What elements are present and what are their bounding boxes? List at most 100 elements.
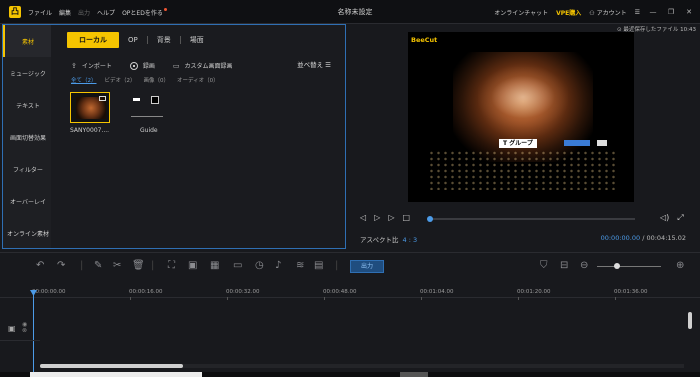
sidebar-item-online[interactable]: オンライン素材 bbox=[3, 217, 51, 249]
import-icon[interactable]: ⇪ bbox=[71, 62, 77, 70]
guide-thumb-line bbox=[131, 116, 163, 117]
stop-icon[interactable]: □ bbox=[402, 213, 410, 222]
subtitle-icon[interactable]: ▤ bbox=[314, 260, 323, 271]
ruler-tick-label: 00:01:20.00 bbox=[517, 289, 551, 295]
sidebar-item-materials[interactable]: 素材 bbox=[3, 25, 51, 57]
next-frame-icon[interactable]: ▷ bbox=[388, 213, 394, 222]
tab-op[interactable]: OP bbox=[119, 32, 147, 48]
filter-all[interactable]: 全て（2） bbox=[71, 76, 97, 84]
media-content: ローカル OP 背景 場面 ⇪ インポート 録画 ▭ カスタム画面録画 並べ替え… bbox=[51, 25, 345, 248]
total-time: / 00:04:15.02 bbox=[642, 234, 686, 242]
freeze-frame-icon[interactable]: ▭ bbox=[233, 260, 242, 271]
filter-image[interactable]: 画像（0） bbox=[144, 76, 170, 84]
last-saved-label: 最近保存したファイル 10:43 bbox=[623, 27, 696, 33]
mosaic-icon[interactable]: ▦ bbox=[210, 260, 219, 271]
vpe-purchase-link[interactable]: VPE購入 bbox=[556, 8, 581, 17]
video-badge-icon bbox=[151, 96, 159, 104]
playback-right-controls: ◁) ⤢ bbox=[660, 213, 684, 223]
app-logo-icon: 凸 bbox=[9, 6, 21, 18]
filter-video[interactable]: ビデオ（2） bbox=[105, 76, 136, 84]
menu-bar: ファイル 編集 出力 ヘルプ OPとEDを作る bbox=[28, 0, 167, 24]
sidebar-item-music[interactable]: ミュージック bbox=[3, 57, 51, 89]
shield-icon[interactable]: ⛉ bbox=[540, 260, 548, 271]
zoom-in-icon[interactable]: ⊕ bbox=[676, 260, 684, 271]
preview-frame-highlight bbox=[478, 67, 568, 127]
timeline-vertical-scrollbar[interactable] bbox=[688, 312, 692, 329]
audio-detach-icon[interactable]: ≋ bbox=[296, 260, 304, 271]
delete-icon[interactable]: 🗑︎ bbox=[132, 260, 145, 271]
ruler-tick-label: 00:00:16.00 bbox=[129, 289, 163, 295]
fit-timeline-icon[interactable]: ⊟ bbox=[560, 260, 568, 271]
resize-icon[interactable]: ▣ bbox=[188, 260, 197, 271]
sidebar-item-filters[interactable]: フィルター bbox=[3, 153, 51, 185]
online-chat-link[interactable]: オンラインチャット bbox=[494, 8, 548, 17]
timecode: 00:00:00.00 / 00:04:15.02 bbox=[601, 234, 686, 242]
playhead[interactable] bbox=[33, 290, 34, 377]
menu-op-ed-label: OPとEDを作る bbox=[122, 9, 163, 17]
fullscreen-icon[interactable]: ⤢ bbox=[677, 213, 683, 223]
video-preview[interactable]: BeeCut T グループ bbox=[408, 32, 634, 202]
tab-local[interactable]: ローカル bbox=[67, 32, 119, 48]
volume-icon[interactable]: ◁) bbox=[660, 213, 669, 223]
sidebar-item-transitions[interactable]: 画面切替効果 bbox=[3, 121, 51, 153]
sort-button[interactable]: 並べ替え ☰ bbox=[297, 59, 331, 69]
menu-op-ed[interactable]: OPとEDを作る bbox=[122, 7, 167, 17]
tab-background[interactable]: 背景 bbox=[148, 32, 180, 48]
redo-icon[interactable]: ↷ bbox=[57, 260, 65, 271]
zoom-out-icon[interactable]: ⊖ bbox=[580, 260, 588, 271]
menu-edit[interactable]: 編集 bbox=[59, 8, 71, 17]
prev-frame-icon[interactable]: ◁ bbox=[360, 213, 366, 222]
minimize-button[interactable]: — bbox=[648, 8, 658, 16]
import-button[interactable]: インポート bbox=[82, 61, 112, 70]
close-button[interactable]: ✕ bbox=[684, 8, 694, 16]
menu-file[interactable]: ファイル bbox=[28, 8, 52, 17]
sidebar-item-overlays[interactable]: オーバーレイ bbox=[3, 185, 51, 217]
zoom-slider-knob[interactable] bbox=[614, 263, 620, 269]
ruler-tick-label: 00:00:00.00 bbox=[32, 289, 66, 295]
record-button[interactable]: 録画 bbox=[143, 61, 155, 70]
speed-icon[interactable]: ◷ bbox=[255, 260, 264, 271]
maximize-button[interactable]: ❐ bbox=[666, 8, 676, 16]
scissors-icon[interactable]: ✂ bbox=[113, 260, 121, 271]
account-button[interactable]: ⚇ アカウント bbox=[589, 8, 626, 17]
ruler-mark bbox=[324, 297, 325, 300]
pencil-icon[interactable]: ✎ bbox=[94, 260, 102, 271]
custom-record-button[interactable]: カスタム画面録画 bbox=[185, 61, 233, 70]
guide-thumb-shape bbox=[133, 98, 140, 101]
menu-list-icon[interactable]: ☰ bbox=[635, 9, 640, 16]
crop-icon[interactable]: ⛶ bbox=[168, 260, 175, 271]
media-thumbnail-video[interactable] bbox=[70, 92, 110, 123]
record-radio-icon[interactable] bbox=[129, 61, 138, 70]
ruler-tick-label: 00:00:48.00 bbox=[323, 289, 357, 295]
media-thumbnail-guide[interactable] bbox=[127, 92, 167, 123]
voiceover-icon[interactable]: ♪ bbox=[275, 260, 281, 271]
ruler-tick-label: 00:01:36.00 bbox=[614, 289, 648, 295]
playback-progress-track[interactable] bbox=[430, 218, 635, 220]
bottom-bar-gray bbox=[400, 372, 428, 377]
menu-help[interactable]: ヘルプ bbox=[97, 8, 115, 17]
media-filters: 全て（2） ビデオ（2） 画像（0） オーディオ（0） bbox=[71, 76, 219, 84]
preview-lights bbox=[428, 150, 618, 190]
ruler-mark bbox=[130, 297, 131, 300]
ruler-mark bbox=[421, 297, 422, 300]
timeline-horizontal-scrollbar[interactable] bbox=[40, 364, 183, 368]
undo-icon[interactable]: ↶ bbox=[36, 260, 44, 271]
export-button[interactable]: 出力 bbox=[350, 260, 384, 273]
aspect-ratio: アスペクト比 4 : 3 bbox=[360, 234, 417, 244]
ruler-mark bbox=[518, 297, 519, 300]
play-icon[interactable]: ▷ bbox=[374, 213, 380, 222]
zoom-slider[interactable] bbox=[597, 266, 661, 267]
playback-progress-knob[interactable] bbox=[427, 216, 433, 222]
filter-audio[interactable]: オーディオ（0） bbox=[177, 76, 219, 84]
ruler-mark bbox=[615, 297, 616, 300]
separator: | bbox=[335, 260, 339, 271]
screen-record-icon[interactable]: ▭ bbox=[173, 62, 180, 70]
preview-sign-text: T グループ bbox=[499, 139, 537, 148]
aspect-ratio-value[interactable]: 4 : 3 bbox=[403, 236, 418, 244]
tab-scene[interactable]: 場面 bbox=[181, 32, 213, 48]
track-toggle-icons[interactable]: ◉ ⊗ bbox=[22, 322, 27, 334]
bottom-bar-white bbox=[30, 372, 202, 377]
sidebar-item-text[interactable]: テキスト bbox=[3, 89, 51, 121]
ruler-tick-label: 00:00:32.00 bbox=[226, 289, 260, 295]
menu-export[interactable]: 出力 bbox=[78, 8, 90, 17]
